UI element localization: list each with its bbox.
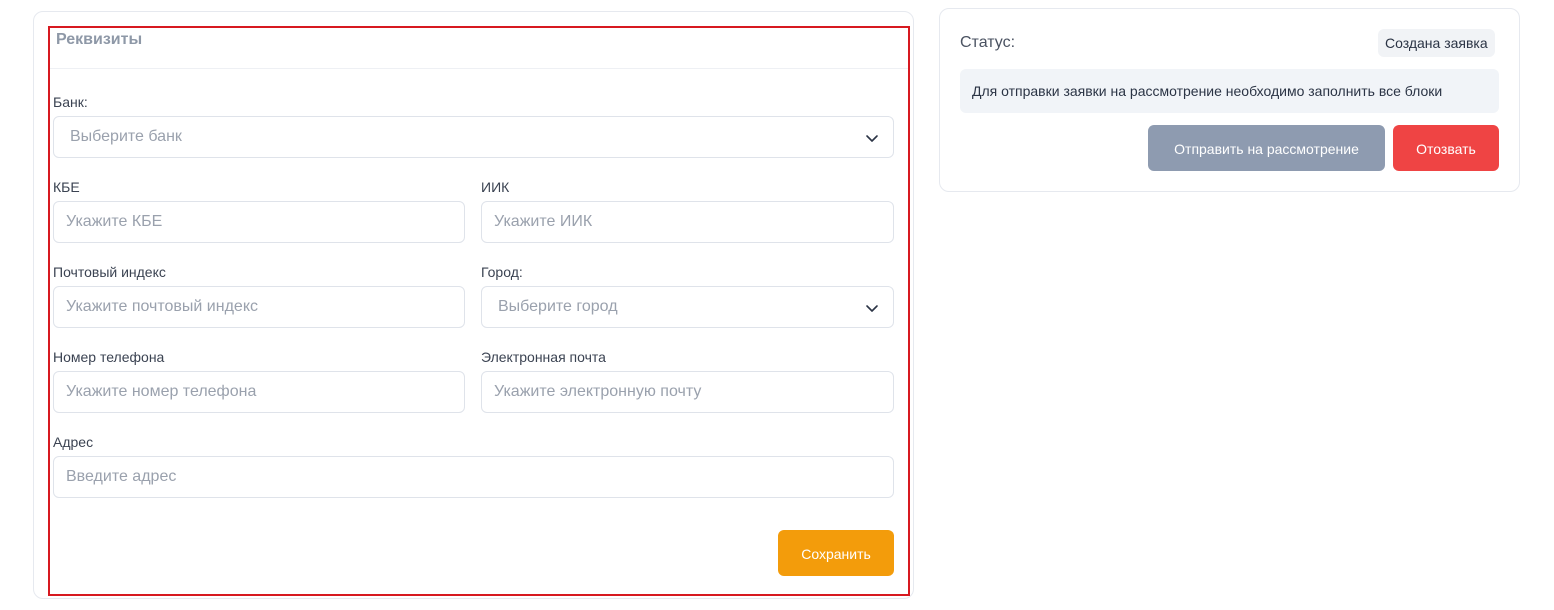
status-notice: Для отправки заявки на рассмотрение необ…	[960, 69, 1499, 113]
city-label: Город:	[481, 264, 523, 280]
kbe-input[interactable]	[53, 201, 465, 243]
address-label: Адрес	[53, 434, 94, 450]
submit-for-review-button[interactable]: Отправить на рассмотрение	[1148, 125, 1385, 171]
iik-input[interactable]	[481, 201, 894, 243]
postal-label: Почтовый индекс	[53, 264, 166, 280]
status-badge: Создана заявка	[1378, 29, 1495, 57]
bank-select-value: Выберите банк	[70, 128, 182, 145]
kbe-label: КБЕ	[53, 179, 80, 195]
bank-select[interactable]: Выберите банк	[53, 116, 894, 158]
phone-label: Номер телефона	[53, 349, 165, 365]
city-select[interactable]: Выберите город	[481, 286, 894, 328]
postal-input[interactable]	[53, 286, 465, 328]
withdraw-button[interactable]: Отозвать	[1393, 125, 1499, 171]
requisites-title: Реквизиты	[56, 31, 143, 48]
iik-label: ИИК	[481, 179, 510, 195]
chevron-down-icon	[866, 135, 878, 142]
bank-label: Банк:	[53, 94, 88, 110]
address-input[interactable]	[53, 456, 894, 498]
email-label: Электронная почта	[481, 349, 606, 365]
email-input[interactable]	[481, 371, 894, 413]
chevron-down-icon	[866, 305, 878, 312]
title-divider	[50, 68, 908, 69]
status-label: Статус:	[960, 34, 1016, 51]
city-select-value: Выберите город	[498, 298, 618, 315]
save-button[interactable]: Сохранить	[778, 530, 894, 576]
phone-input[interactable]	[53, 371, 465, 413]
